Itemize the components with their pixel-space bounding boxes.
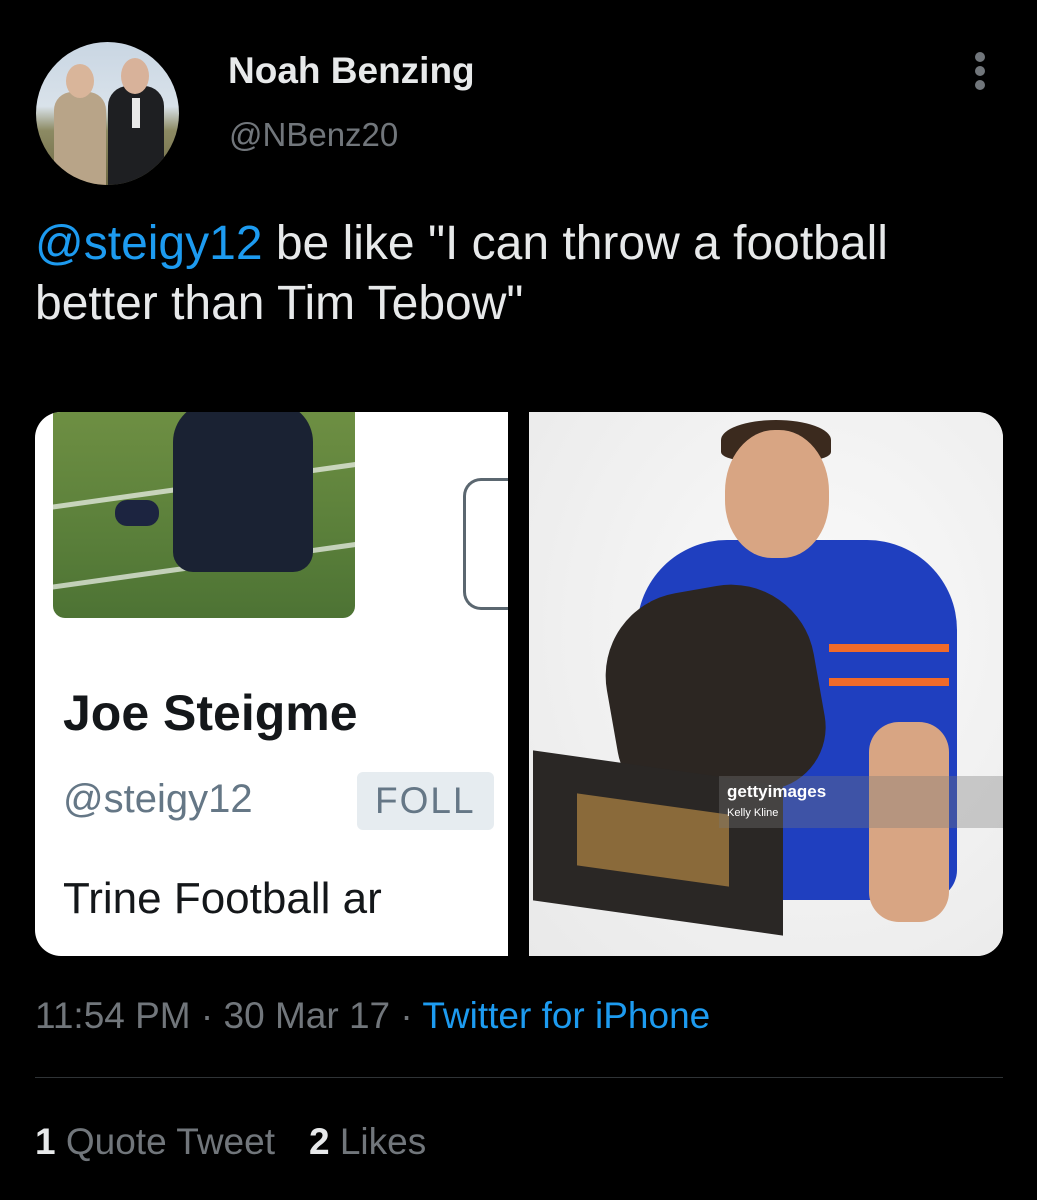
avatar-shirt [132, 98, 140, 128]
screenshot-follows-badge: FOLL [357, 772, 494, 830]
tweet-date[interactable]: 30 Mar 17 [224, 995, 391, 1036]
tweet-media: Joe Steigme @steigy12 FOLL Trine Footbal… [35, 412, 1003, 956]
getty-watermark: gettyimages [727, 782, 827, 801]
tweet-text: @steigy12 be like "I can throw a footbal… [35, 214, 995, 334]
screenshot-profile-handle: @steigy12 [63, 777, 253, 821]
football-player-figure [173, 412, 313, 572]
media-image-right[interactable]: gettyimages Kelly Kline [529, 412, 1003, 956]
glove-icon [115, 500, 159, 526]
tweet-source-link[interactable]: Twitter for iPhone [422, 995, 710, 1036]
quote-tweets-link[interactable]: 1 Quote Tweet [35, 1121, 275, 1162]
meta-separator: · [190, 995, 224, 1036]
tweet-time[interactable]: 11:54 PM [35, 995, 191, 1036]
divider [35, 1077, 1003, 1078]
author-handle[interactable]: @NBenz20 [229, 116, 398, 154]
tweet-meta: 11:54 PM · 30 Mar 17 · Twitter for iPhon… [35, 995, 710, 1037]
quote-count: 1 [35, 1121, 56, 1162]
jersey-stripe [829, 644, 949, 652]
more-dot-icon [975, 52, 985, 62]
quote-label: Quote Tweet [55, 1121, 275, 1162]
avatar-figure-left-head [66, 64, 94, 98]
more-dot-icon [975, 80, 985, 90]
likes-link[interactable]: 2 Likes [309, 1121, 426, 1162]
screenshot-profile-bio: Trine Football ar [63, 874, 382, 923]
face [725, 430, 829, 558]
more-options-button[interactable] [965, 48, 995, 94]
meta-separator: · [390, 995, 423, 1036]
more-dot-icon [975, 66, 985, 76]
screenshot-profile-name: Joe Steigme [63, 685, 358, 741]
like-label: Likes [329, 1121, 427, 1162]
mention-link[interactable]: @steigy12 [35, 217, 263, 270]
photo-credit: Kelly Kline [727, 807, 779, 819]
author-display-name[interactable]: Noah Benzing [228, 50, 475, 92]
tweet-stats: 1 Quote Tweet 2 Likes [35, 1121, 426, 1163]
media-image-left[interactable]: Joe Steigme @steigy12 FOLL Trine Footbal… [35, 412, 508, 956]
jersey-stripe [829, 678, 949, 686]
profile-header-photo [53, 412, 355, 618]
avatar-figure-right-head [121, 58, 149, 94]
profile-edit-button-outline [463, 478, 508, 610]
author-avatar[interactable] [36, 42, 179, 185]
like-count: 2 [308, 1121, 330, 1162]
avatar-figure-left [54, 92, 106, 185]
